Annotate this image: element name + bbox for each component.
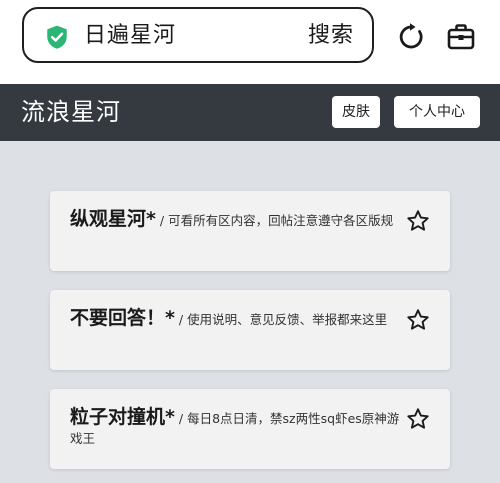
board-line: 纵观星河* / 可看所有区内容，回帖注意遵守各区版规 <box>70 207 402 231</box>
reload-icon[interactable] <box>396 22 426 52</box>
board-card[interactable]: 纵观星河* / 可看所有区内容，回帖注意遵守各区版规 <box>50 191 450 271</box>
toolbox-icon[interactable] <box>446 22 476 52</box>
site-header: 流浪星河 皮肤 个人中心 <box>0 84 500 141</box>
star-outline-icon[interactable] <box>406 209 430 233</box>
star-outline-icon[interactable] <box>406 407 430 431</box>
user-center-button[interactable]: 个人中心 <box>394 96 480 128</box>
board-name[interactable]: 纵观星河* <box>70 208 156 230</box>
board-line: 粒子对撞机* / 每日8点日清，禁sz两性sq虾es原神游戏王 <box>70 405 402 449</box>
board-line: 不要回答！* / 使用说明、意见反馈、举报都来这里 <box>70 306 402 330</box>
board-name[interactable]: 不要回答！* <box>70 307 175 329</box>
address-bar[interactable]: 日遍星河 搜索 <box>22 7 374 63</box>
board-card[interactable]: 不要回答！* / 使用说明、意见反馈、举报都来这里 <box>50 290 450 370</box>
shield-check-icon <box>47 25 67 49</box>
browser-toolbar: 日遍星河 搜索 <box>0 0 500 84</box>
skin-button[interactable]: 皮肤 <box>332 96 380 128</box>
site-title[interactable]: 流浪星河 <box>21 96 121 128</box>
board-description: / 可看所有区内容，回帖注意遵守各区版规 <box>155 213 394 228</box>
board-card[interactable]: 粒子对撞机* / 每日8点日清，禁sz两性sq虾es原神游戏王 <box>50 389 450 469</box>
star-outline-icon[interactable] <box>406 308 430 332</box>
board-description: / 使用说明、意见反馈、举报都来这里 <box>174 312 388 327</box>
board-name[interactable]: 粒子对撞机* <box>70 406 175 428</box>
search-button[interactable]: 搜索 <box>308 22 354 50</box>
address-text[interactable]: 日遍星河 <box>84 22 176 50</box>
